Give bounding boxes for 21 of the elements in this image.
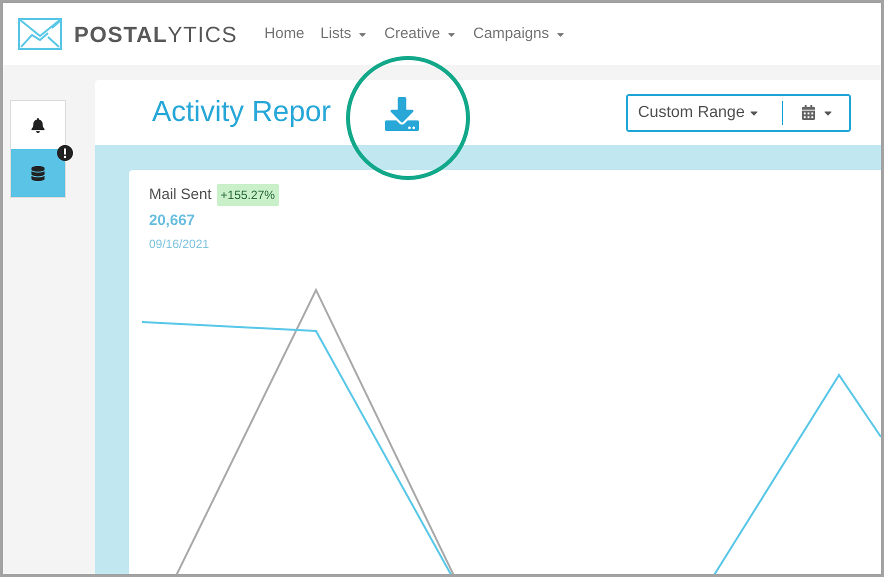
sidebar-tab[interactable] — [11, 149, 65, 197]
database-icon — [31, 166, 45, 180]
range-label: Custom Range — [638, 102, 745, 122]
date-range-picker[interactable]: Custom Range — [626, 94, 851, 132]
change-badge: +155.27% — [216, 184, 279, 206]
sidebar-tab[interactable] — [11, 101, 65, 149]
calendar-icon — [800, 105, 816, 120]
nav-link[interactable]: Campaigns — [473, 22, 566, 46]
nav-link[interactable]: Creative — [384, 22, 458, 46]
page-title: Activity Repor — [152, 94, 332, 130]
nav-link[interactable]: Lists — [320, 22, 368, 46]
envelope-logo-icon — [18, 18, 62, 50]
bell-icon — [31, 118, 45, 132]
metric-label: Mail Sent — [149, 185, 212, 205]
brand-name: POSTALYTICS — [74, 20, 238, 48]
nav-link[interactable]: Home — [264, 22, 304, 46]
metric-value: 20,667 — [149, 210, 196, 230]
download-button[interactable] — [384, 96, 420, 130]
download-icon — [384, 96, 420, 130]
alert-badge-icon — [57, 145, 73, 161]
metric-date: 09/16/2021 — [149, 236, 210, 253]
